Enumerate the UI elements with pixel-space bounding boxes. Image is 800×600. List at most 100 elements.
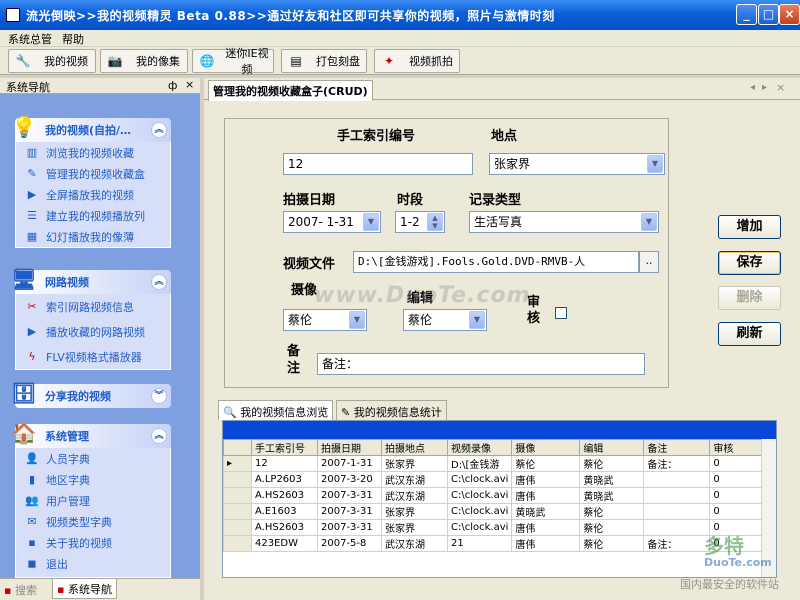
video-capture-button[interactable]: ✦ 视频抓拍 [374,49,460,73]
collapse-icon[interactable]: ︽ [151,428,167,444]
burn-disc-button[interactable]: ▤ 打包刻盘 [281,49,367,73]
table-cell[interactable]: 唐伟 [511,519,581,536]
table-cell[interactable]: 蔡伦 [579,503,645,520]
table-cell[interactable]: 423EDW [251,535,318,552]
nav-group-header[interactable]: 🏠 系统管理 ︽ [12,421,171,448]
table-cell[interactable]: 2007-1-31 [317,455,382,472]
table-cell[interactable]: 0 [709,487,763,504]
table-cell[interactable] [643,487,711,504]
col-editor[interactable]: 编辑 [579,439,645,456]
table-cell[interactable]: 备注： [643,455,711,472]
remark-input[interactable]: 备注： [317,353,645,375]
table-cell[interactable]: 唐伟 [511,471,581,488]
table-cell[interactable]: C:\clock.avi [446,503,513,520]
editor-select[interactable]: 蔡伦 ▼ [403,309,487,331]
delete-button[interactable]: 删除 [718,286,781,310]
date-picker[interactable]: 2007- 1-31 ▼ [283,211,381,233]
table-cell[interactable]: 张家界 [381,519,448,536]
col-video[interactable]: 视频录像 [446,439,513,456]
tab-manage-collection[interactable]: 管理我的视频收藏盒子(CRUD) [208,80,373,101]
table-row[interactable]: A.HS2603 2007-3-31 武汉东湖 C:\clock.avi 唐伟 黄晓武 0 [223,487,763,504]
table-cell[interactable]: 0 [709,471,763,488]
table-cell[interactable]: 唐伟 [511,487,581,504]
col-date[interactable]: 拍摄日期 [317,439,382,456]
nav-item-index-web[interactable]: ✂ 索引网路视频信息 [16,294,170,319]
add-button[interactable]: 增加 [718,215,781,239]
save-button[interactable]: 保存 [718,251,781,275]
table-cell[interactable]: A.HS2603 [251,519,318,536]
table-cell[interactable]: 武汉东湖 [381,471,448,488]
tab-close-icon[interactable]: × [776,81,785,94]
table-cell[interactable]: 21 [446,535,513,552]
table-cell[interactable]: 蔡伦 [579,535,645,552]
tab-nav[interactable]: ▪ 系统导航 [52,579,117,599]
collapse-icon[interactable]: ︽ [151,274,167,290]
table-row[interactable]: A.LP2603 2007-3-20 武汉东湖 C:\clock.avi 唐伟 黄晓武 0 [223,471,763,488]
nav-group-header[interactable]: 🗄 分享我的视频 ︾ [11,381,171,408]
nav-item-fullscreen[interactable]: ▶ 全屏播放我的视频 [16,184,170,205]
table-cell[interactable]: D:\[金钱游 [446,455,513,472]
table-cell[interactable]: C:\clock.avi [446,519,513,536]
table-cell[interactable]: C:\clock.avi [446,471,513,488]
table-cell[interactable]: 12 [251,455,318,472]
col-index[interactable]: 手工索引号 [251,439,318,456]
table-cell[interactable] [643,471,711,488]
table-cell[interactable]: 0 [709,455,763,472]
col-review[interactable]: 审核 [709,439,763,456]
table-row[interactable]: ▸ 12 2007-1-31 张家界 D:\[金钱游 蔡伦 蔡伦 备注： 0 [223,455,763,472]
nav-item-slideshow[interactable]: ▦ 幻灯播放我的像薄 [16,226,170,247]
expand-icon[interactable]: ︾ [151,388,167,404]
table-cell[interactable]: 2007-3-31 [317,519,382,536]
place-select[interactable]: 张家界 ▼ [489,153,665,175]
tab-scroll-right-icon[interactable]: ▸ [762,82,767,93]
table-cell[interactable]: 蔡伦 [579,455,645,472]
nav-item-browse[interactable]: ▥ 浏览我的视频收藏 [16,142,170,163]
table-cell[interactable]: 2007-3-31 [317,503,382,520]
index-input[interactable]: 12 [283,153,473,175]
type-select[interactable]: 生活写真 ▼ [469,211,659,233]
table-cell[interactable]: 0 [709,503,763,520]
mini-ie-video-button[interactable]: 🌐 迷你IE视频 [192,47,274,76]
maximize-button[interactable]: □ [758,4,779,25]
table-cell[interactable]: A.LP2603 [251,471,318,488]
nav-item-region[interactable]: ▮ 地区字典 [16,469,170,490]
nav-group-header[interactable]: 🖥 网路视频 ︽ [11,267,171,294]
table-cell[interactable] [643,503,711,520]
nav-group-header[interactable]: 💡 我的视频(自拍/… ︽ [12,115,171,142]
table-cell[interactable]: 唐伟 [511,535,581,552]
table-cell[interactable]: 黄晓武 [579,471,645,488]
table-cell[interactable]: 张家界 [381,455,448,472]
pin-icon[interactable]: ф [168,79,177,92]
table-cell[interactable]: A.HS2603 [251,487,318,504]
table-cell[interactable]: A.E1603 [251,503,318,520]
table-cell[interactable]: 武汉东湖 [381,535,448,552]
table-row[interactable]: A.E1603 2007-3-31 张家界 C:\clock.avi 黄晓武 蔡伦 0 [223,503,763,520]
tab-video-stats[interactable]: ✎ 我的视频信息统计 [336,400,447,420]
menu-system[interactable]: 系统总管 [8,31,52,47]
review-checkbox[interactable] [555,307,567,319]
refresh-button[interactable]: 刷新 [718,322,781,346]
collapse-icon[interactable]: ︽ [151,122,167,138]
nav-item-people[interactable]: 👤 人员字典 [16,448,170,469]
table-cell[interactable]: 2007-3-31 [317,487,382,504]
nav-item-flv[interactable]: ϟ FLV视频格式播放器 [16,344,170,369]
nav-item-video-type[interactable]: ✉ 视频类型字典 [16,511,170,532]
table-cell[interactable]: 黄晓武 [579,487,645,504]
nav-item-play-web[interactable]: ▶ 播放收藏的网路视频 [16,319,170,344]
table-cell[interactable]: 张家界 [381,503,448,520]
table-cell[interactable]: 蔡伦 [511,455,581,472]
table-cell[interactable]: C:\clock.avi [446,487,513,504]
period-spinner[interactable]: 1-2 ▲ ▼ [395,211,445,233]
nav-item-manage[interactable]: ✎ 管理我的视频收藏盒 [16,163,170,184]
browse-file-button[interactable]: .. [639,251,659,273]
my-videos-button[interactable]: 🔧 我的视频 [8,49,96,73]
nav-item-playlist[interactable]: ☰ 建立我的视频播放列 [16,205,170,226]
table-cell[interactable]: 蔡伦 [579,519,645,536]
nav-item-about[interactable]: ▪ 关于我的视频 [16,532,170,553]
table-cell[interactable]: 武汉东湖 [381,487,448,504]
nav-item-exit[interactable]: ◼ 退出 [16,553,170,574]
my-album-button[interactable]: 📷 我的像集 [100,49,188,73]
table-cell[interactable]: 2007-5-8 [317,535,382,552]
nav-item-users[interactable]: 👥 用户管理 [16,490,170,511]
tab-search[interactable]: ▪ 搜索 [4,582,37,598]
